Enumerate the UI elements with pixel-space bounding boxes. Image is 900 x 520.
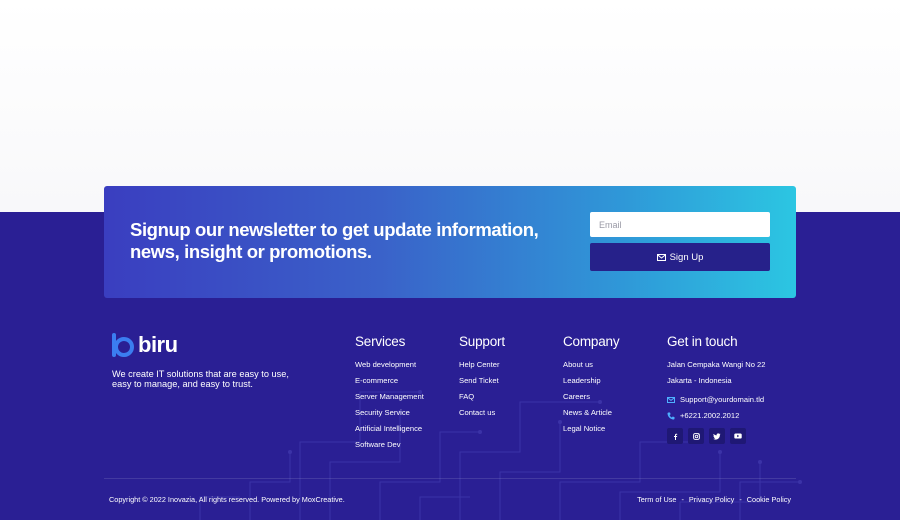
newsletter-signup-button[interactable]: Sign Up — [590, 243, 770, 271]
biru-logo-mark — [112, 333, 134, 357]
services-column: Services Web development E-commerce Serv… — [355, 334, 424, 456]
envelope-icon — [667, 397, 675, 403]
brand-logo[interactable]: biru — [112, 332, 178, 358]
contact-email-link[interactable]: Support@yourdomain.tld — [680, 395, 764, 405]
twitter-icon[interactable] — [709, 428, 725, 444]
company-link-news-article[interactable]: News & Article — [563, 408, 612, 417]
legal-separator: - — [681, 495, 684, 504]
contact-heading: Get in touch — [667, 334, 738, 349]
instagram-icon[interactable] — [688, 428, 704, 444]
contact-column: Get in touch Jalan Cempaka Wangi No 22 J… — [667, 334, 766, 444]
copyright-text: Copyright © 2022 Inovazia, All rights re… — [109, 495, 345, 504]
youtube-icon[interactable] — [730, 428, 746, 444]
company-link-legal-notice[interactable]: Legal Notice — [563, 424, 605, 433]
legal-link-privacy-policy[interactable]: Privacy Policy — [689, 495, 734, 504]
page-top-blank — [0, 0, 900, 212]
facebook-icon[interactable] — [667, 428, 683, 444]
legal-link-cookie-policy[interactable]: Cookie Policy — [747, 495, 791, 504]
brand-tagline: We create IT solutions that are easy to … — [112, 369, 289, 389]
newsletter-signup-label: Sign Up — [669, 251, 704, 263]
brand-name: biru — [138, 332, 178, 357]
newsletter-banner: Signup our newsletter to get update info… — [104, 186, 796, 298]
legal-separator: - — [739, 495, 742, 504]
services-link-security-service[interactable]: Security Service — [355, 408, 410, 417]
company-heading: Company — [563, 334, 620, 349]
support-heading: Support — [459, 334, 505, 349]
contact-address-line2: Jakarta - Indonesia — [667, 376, 732, 385]
contact-address-line1: Jalan Cempaka Wangi No 22 — [667, 360, 766, 369]
services-link-web-development[interactable]: Web development — [355, 360, 416, 369]
support-link-faq[interactable]: FAQ — [459, 392, 474, 401]
legal-link-term-of-use[interactable]: Term of Use — [637, 495, 676, 504]
services-link-server-management[interactable]: Server Management — [355, 392, 424, 401]
services-link-artificial-intelligence[interactable]: Artificial Intelligence — [355, 424, 422, 433]
support-column: Support Help Center Send Ticket FAQ Cont… — [459, 334, 505, 424]
company-link-careers[interactable]: Careers — [563, 392, 590, 401]
social-links — [667, 428, 766, 444]
support-link-contact-us[interactable]: Contact us — [459, 408, 495, 417]
newsletter-title: Signup our newsletter to get update info… — [130, 219, 539, 262]
services-heading: Services — [355, 334, 406, 349]
footer-divider — [104, 478, 796, 479]
support-link-send-ticket[interactable]: Send Ticket — [459, 376, 499, 385]
newsletter-email-input[interactable] — [590, 212, 770, 237]
services-link-software-dev[interactable]: Software Dev — [355, 440, 401, 449]
envelope-icon — [656, 253, 666, 261]
company-link-about-us[interactable]: About us — [563, 360, 593, 369]
support-link-help-center[interactable]: Help Center — [459, 360, 500, 369]
company-column: Company About us Leadership Careers News… — [563, 334, 620, 440]
contact-phone-link[interactable]: +6221.2002.2012 — [680, 411, 739, 421]
services-link-e-commerce[interactable]: E-commerce — [355, 376, 398, 385]
legal-links: Term of Use - Privacy Policy - Cookie Po… — [637, 495, 791, 504]
phone-icon — [667, 412, 675, 420]
company-link-leadership[interactable]: Leadership — [563, 376, 601, 385]
